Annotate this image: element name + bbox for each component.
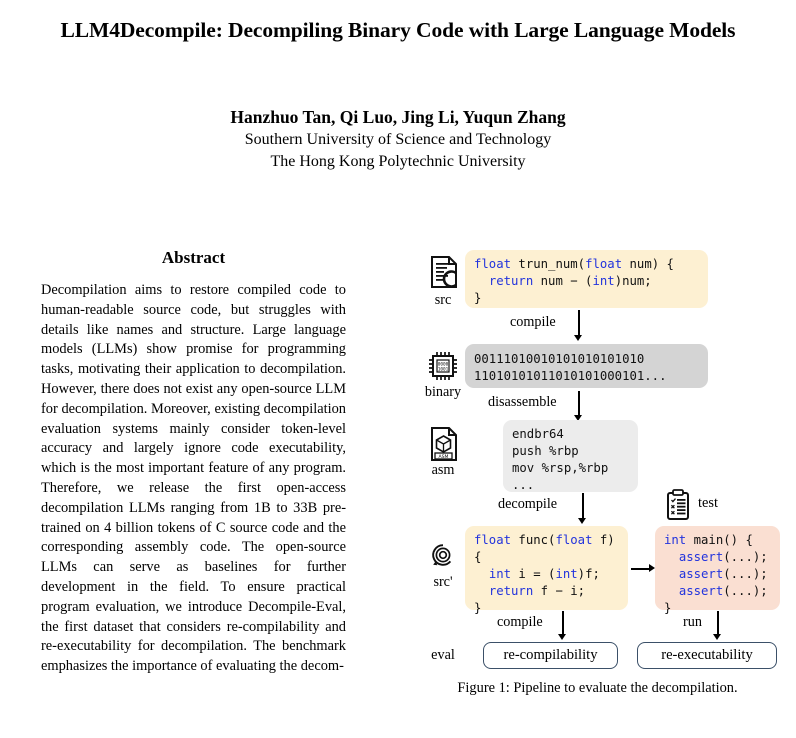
author-list: Hanzhuo Tan, Qi Luo, Jing Li, Yuqun Zhan… <box>230 106 566 127</box>
src-prime-kw-1: float <box>474 533 512 547</box>
src-prime-kw-4: int <box>555 566 578 581</box>
figure-caption: Figure 1: Pipeline to evaluate the decom… <box>457 680 738 696</box>
arrow-head-compile-1 <box>574 335 582 341</box>
src-code-line-2-kw: return <box>488 273 534 288</box>
cpu-chip-icon: 0000 1001 <box>423 346 463 386</box>
asm-code-line-3: mov %rsp,%rbp <box>512 460 609 475</box>
src-prime-kw-2: float <box>555 533 593 547</box>
asm-code-line-2: push %rbp <box>512 443 579 458</box>
stage-label-test: test <box>698 495 718 511</box>
src-code-box: float trun_num(float num) { return num −… <box>465 250 708 308</box>
arrow-line-disassemble <box>578 391 580 416</box>
test-assert-1: assert <box>678 549 724 564</box>
src-code-line-1-rest: trun_num( <box>511 257 586 271</box>
re-compilability-box[interactable]: re-compilability <box>483 642 618 669</box>
abstract-text: Decompilation aims to restore compiled c… <box>41 282 346 675</box>
recycle-spiral-icon <box>423 536 463 576</box>
asm-file-icon: ASM <box>423 424 463 464</box>
arrow-head-compile-2 <box>558 634 566 640</box>
abstract-column: Abstract Decompilation aims to restore c… <box>41 248 346 677</box>
src-prime-kw-3: int <box>488 566 512 581</box>
src-code-line-1-kw2: float <box>585 257 623 271</box>
affiliation-secondary: The Hong Kong Polytechnic University <box>270 152 526 170</box>
arrow-line-decompile <box>582 493 584 519</box>
body-columns: Abstract Decompilation aims to restore c… <box>0 248 796 738</box>
arrow-head-run <box>713 634 721 640</box>
arrow-head-decompile <box>578 518 586 524</box>
arrow-line-compile-1 <box>578 310 580 336</box>
stage-label-binary: binary <box>424 384 462 400</box>
arrow-label-compile-2: compile <box>497 614 543 630</box>
arrow-label-compile-1: compile <box>510 314 556 330</box>
page-title: LLM4Decompile: Decompiling Binary Code w… <box>60 18 736 42</box>
abstract-heading: Abstract <box>161 248 226 267</box>
asm-code-line-4: ... <box>512 477 535 492</box>
arrow-line-compile-2 <box>562 611 564 635</box>
c-source-file-icon <box>423 252 463 292</box>
asm-code-line-1: endbr64 <box>512 427 564 441</box>
src-code-line-1-kw: float <box>474 257 512 271</box>
asm-code-box: endbr64 push %rbp mov %rsp,%rbp ... <box>503 420 638 492</box>
stage-label-eval: eval <box>431 647 455 663</box>
arrow-label-decompile: decompile <box>498 496 558 512</box>
test-kw-1: int <box>664 533 687 547</box>
stage-label-src: src <box>434 292 452 308</box>
test-assert-2: assert <box>678 566 724 581</box>
stage-label-src-prime: src' <box>433 574 453 590</box>
src-code-line-2-kw2: int <box>592 273 615 288</box>
src-prime-kw-5: return <box>488 583 534 598</box>
arrow-label-run: run <box>683 614 702 630</box>
clipboard-test-icon <box>658 486 698 526</box>
figure-1-pipeline: src float trun_num(float num) { return n… <box>415 248 780 696</box>
src-prime-code-box: float func(float f) { int i = (int)f; re… <box>465 526 628 615</box>
binary-code-line-2: 11010101011010101000101... <box>474 368 667 383</box>
re-executability-box[interactable]: re-executability <box>637 642 777 669</box>
test-code-box: int main() { assert(...); assert(...); a… <box>655 526 780 615</box>
stage-label-asm: asm <box>431 462 455 478</box>
svg-text:ASM: ASM <box>438 454 448 460</box>
test-assert-3: assert <box>678 583 724 598</box>
svg-text:1001: 1001 <box>438 366 449 372</box>
arrow-line-src-to-test <box>631 568 650 570</box>
figure-column: src float trun_num(float num) { return n… <box>415 248 780 696</box>
arrow-label-disassemble: disassemble <box>488 394 557 410</box>
paper-page: LLM4Decompile: Decompiling Binary Code w… <box>0 0 796 738</box>
binary-code-box: 00111010010101010101010 1101010101101010… <box>465 344 708 388</box>
affiliation-primary: Southern University of Science and Techn… <box>244 130 552 148</box>
binary-code-line-1: 00111010010101010101010 <box>474 352 645 366</box>
arrow-line-run <box>717 611 719 635</box>
